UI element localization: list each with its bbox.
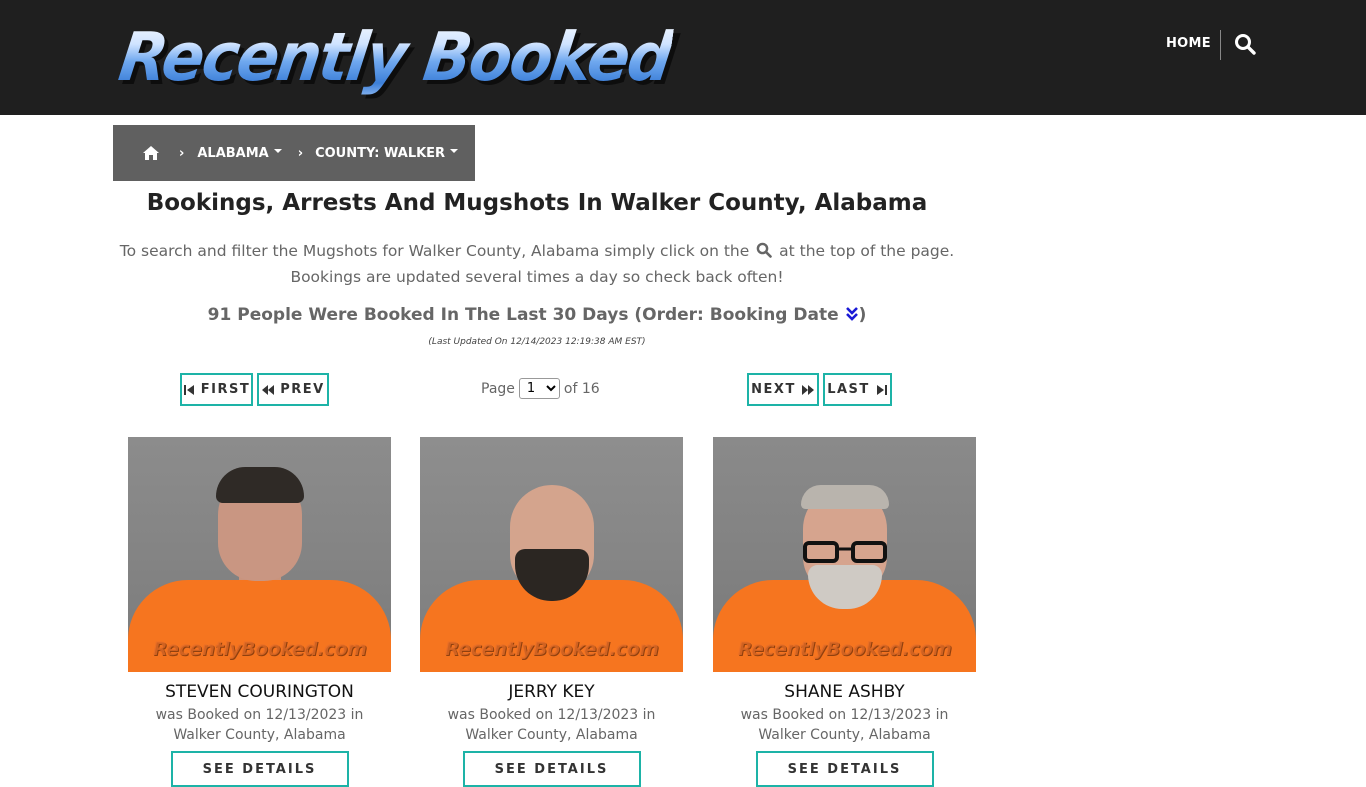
last-page-icon <box>876 384 887 395</box>
booking-name[interactable]: JERRY KEY <box>420 682 683 702</box>
mugshot-photo[interactable]: RecentlyBooked.com <box>128 437 391 672</box>
booking-description: was Booked on 12/13/2023 in Walker Count… <box>713 705 976 745</box>
prev-page-button[interactable]: PREV <box>257 373 329 406</box>
page-title: Bookings, Arrests And Mugshots In Walker… <box>146 190 928 216</box>
breadcrumb-county[interactable]: COUNTY: WALKER <box>315 145 459 161</box>
booking-count-close: ) <box>858 305 867 325</box>
page-prefix: Page <box>481 380 515 397</box>
nav-home-link[interactable]: HOME <box>1166 36 1211 51</box>
search-icon[interactable] <box>1234 33 1256 55</box>
booking-name[interactable]: SHANE ASHBY <box>713 682 976 702</box>
first-page-icon <box>183 384 194 395</box>
breadcrumb-separator-icon: › <box>179 145 185 161</box>
page-suffix: of 16 <box>563 380 600 397</box>
booking-date-line: was Booked on 12/13/2023 in <box>740 707 949 723</box>
watermark: RecentlyBooked.com <box>152 638 367 660</box>
home-icon[interactable] <box>142 145 160 161</box>
breadcrumb-state-label: ALABAMA <box>197 145 269 161</box>
breadcrumb-separator-icon: › <box>297 145 304 161</box>
fast-forward-icon <box>801 384 814 395</box>
breadcrumb-state[interactable]: ALABAMA <box>197 145 282 161</box>
search-icon <box>756 242 773 258</box>
first-page-button[interactable]: FIRST <box>180 373 253 406</box>
prev-page-label: PREV <box>280 382 325 397</box>
site-header: Recently Booked Recently Booked HOME <box>0 0 1366 115</box>
booking-location-line: Walker County, Alabama <box>758 727 931 743</box>
booking-location-line: Walker County, Alabama <box>173 727 346 743</box>
page-select[interactable]: 1 <box>518 378 560 399</box>
next-page-label: NEXT <box>751 382 796 397</box>
intro-line2: Bookings are updated several times a day… <box>290 268 784 286</box>
see-details-button[interactable]: SEE DETAILS <box>755 751 934 787</box>
first-page-label: FIRST <box>200 382 251 397</box>
nav-divider <box>1220 30 1221 60</box>
see-details-button[interactable]: SEE DETAILS <box>170 751 349 787</box>
intro-part2: at the top of the page. <box>779 242 955 260</box>
intro-text: To search and filter the Mugshots for Wa… <box>113 238 961 290</box>
double-chevron-down-icon[interactable] <box>845 306 859 322</box>
booking-name[interactable]: STEVEN COURINGTON <box>128 682 391 702</box>
breadcrumb: › ALABAMA › COUNTY: WALKER <box>113 125 475 181</box>
booking-description: was Booked on 12/13/2023 in Walker Count… <box>128 705 391 745</box>
last-page-label: LAST <box>827 382 870 397</box>
caret-down-icon <box>450 149 459 153</box>
watermark: RecentlyBooked.com <box>737 638 952 660</box>
booking-date-line: was Booked on 12/13/2023 in <box>447 707 656 723</box>
page-selector: Page 1 of 16 <box>481 378 600 399</box>
booking-description: was Booked on 12/13/2023 in Walker Count… <box>420 705 683 745</box>
rewind-icon <box>262 384 275 395</box>
booking-date-line: was Booked on 12/13/2023 in <box>155 707 364 723</box>
booking-card: RecentlyBooked.com SHANE ASHBY was Booke… <box>713 437 976 787</box>
breadcrumb-county-label: COUNTY: WALKER <box>315 145 446 161</box>
booking-count-text: 91 People Were Booked In The Last 30 Day… <box>207 305 839 325</box>
mugshot-photo[interactable]: RecentlyBooked.com <box>713 437 976 672</box>
booking-count: 91 People Were Booked In The Last 30 Day… <box>113 305 961 325</box>
booking-card: RecentlyBooked.com STEVEN COURINGTON was… <box>128 437 391 787</box>
next-page-button[interactable]: NEXT <box>747 373 819 406</box>
intro-part1: To search and filter the Mugshots for Wa… <box>119 242 750 260</box>
see-details-button[interactable]: SEE DETAILS <box>462 751 641 787</box>
glasses-icon <box>803 541 887 563</box>
booking-location-line: Walker County, Alabama <box>465 727 638 743</box>
site-logo[interactable]: Recently Booked <box>114 14 677 100</box>
photo-hair <box>801 485 889 509</box>
photo-hair <box>216 467 304 503</box>
booking-card: RecentlyBooked.com JERRY KEY was Booked … <box>420 437 683 787</box>
watermark: RecentlyBooked.com <box>444 638 659 660</box>
last-updated: (Last Updated On 12/14/2023 12:19:38 AM … <box>428 337 646 347</box>
mugshot-photo[interactable]: RecentlyBooked.com <box>420 437 683 672</box>
caret-down-icon <box>273 149 282 153</box>
last-page-button[interactable]: LAST <box>823 373 892 406</box>
